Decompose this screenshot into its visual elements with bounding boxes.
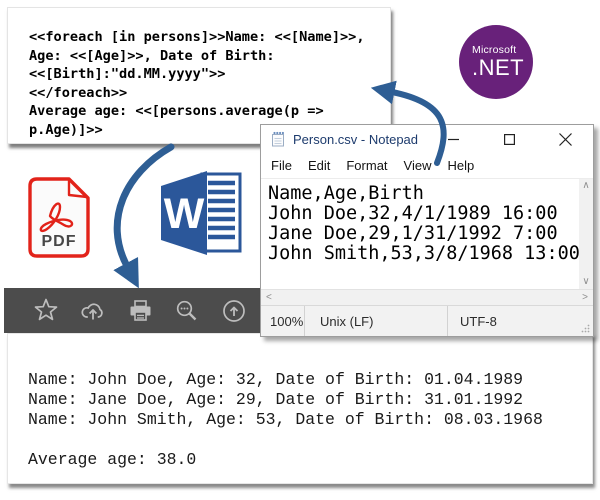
dotnet-logo-net-text: .NET	[472, 56, 524, 80]
word-letter: W	[164, 190, 205, 238]
horizontal-scrollbar[interactable]: < >	[261, 289, 593, 305]
dotnet-logo: Microsoft .NET	[459, 25, 533, 99]
dotnet-logo-microsoft-text: Microsoft	[472, 45, 516, 56]
status-line-ending: Unix (LF)	[304, 306, 447, 336]
close-button[interactable]	[537, 125, 593, 153]
print-icon[interactable]	[127, 298, 153, 324]
csv-line: John Smith,53,3/8/1968 13:00	[268, 244, 579, 264]
csv-line: Name,Age,Birth	[268, 184, 579, 204]
scroll-right-icon[interactable]: >	[582, 293, 588, 303]
notepad-text-area[interactable]: Name,Age,Birth John Doe,32,4/1/1989 16:0…	[261, 179, 579, 289]
notepad-statusbar: 100% Unix (LF) UTF-8	[261, 305, 593, 336]
menu-format[interactable]: Format	[338, 158, 395, 173]
notepad-app-icon	[270, 130, 286, 148]
menu-edit[interactable]: Edit	[300, 158, 338, 173]
output-line: Name: Jane Doe, Age: 29, Date of Birth: …	[28, 390, 592, 410]
resize-grip[interactable]	[581, 324, 590, 333]
word-file-icon: W	[156, 166, 246, 265]
maximize-icon	[504, 134, 515, 145]
status-encoding: UTF-8	[447, 306, 593, 336]
template-code-line: <<foreach [in persons]>>Name: <<[Name]>>…	[29, 28, 390, 47]
notepad-window: Person.csv - Notepad File Edit F	[260, 124, 594, 337]
minimize-icon	[448, 134, 459, 145]
star-icon[interactable]	[33, 298, 59, 324]
template-code-line: Age: <<[Age]>>, Date of Birth:	[29, 47, 390, 66]
close-icon	[559, 133, 572, 146]
template-code-line: <<[Birth]:"dd.MM.yyyy">>	[29, 65, 390, 84]
maximize-button[interactable]	[481, 125, 537, 153]
scroll-up-icon[interactable]: ∧	[582, 181, 589, 191]
notepad-content: Name,Age,Birth John Doe,32,4/1/1989 16:0…	[261, 178, 593, 289]
csv-line: John Doe,32,4/1/1989 16:00	[268, 204, 579, 224]
pdf-file-icon: PDF	[26, 176, 92, 265]
cloud-upload-icon[interactable]	[80, 298, 106, 324]
output-average-line: Average age: 38.0	[28, 450, 592, 470]
scroll-down-icon[interactable]: ∨	[582, 277, 589, 287]
template-code-line: <</foreach>>	[29, 84, 390, 103]
output-document: Name: John Doe, Age: 32, Date of Birth: …	[7, 333, 593, 484]
notepad-menubar: File Edit Format View Help	[261, 153, 593, 178]
viewer-toolbar	[4, 288, 268, 333]
template-code-line: Average age: <<[persons.average(p =>	[29, 102, 390, 121]
menu-view[interactable]: View	[396, 158, 440, 173]
window-title: Person.csv - Notepad	[293, 132, 425, 147]
pdf-label: PDF	[42, 233, 77, 250]
minimize-button[interactable]	[425, 125, 481, 153]
menu-help[interactable]: Help	[439, 158, 482, 173]
output-line: Name: John Doe, Age: 32, Date of Birth: …	[28, 370, 592, 390]
zoom-icon[interactable]	[174, 298, 200, 324]
page: <<foreach [in persons]>>Name: <<[Name]>>…	[0, 0, 600, 500]
csv-line: Jane Doe,29,1/31/1992 7:00	[268, 224, 579, 244]
vertical-scrollbar[interactable]: ∧ ∨	[579, 179, 593, 289]
menu-file[interactable]: File	[263, 158, 300, 173]
upload-circle-icon[interactable]	[221, 298, 247, 324]
status-zoom: 100%	[261, 306, 304, 336]
scroll-left-icon[interactable]: <	[266, 293, 272, 303]
notepad-titlebar[interactable]: Person.csv - Notepad	[261, 125, 593, 153]
output-line: Name: John Smith, Age: 53, Date of Birth…	[28, 410, 592, 430]
